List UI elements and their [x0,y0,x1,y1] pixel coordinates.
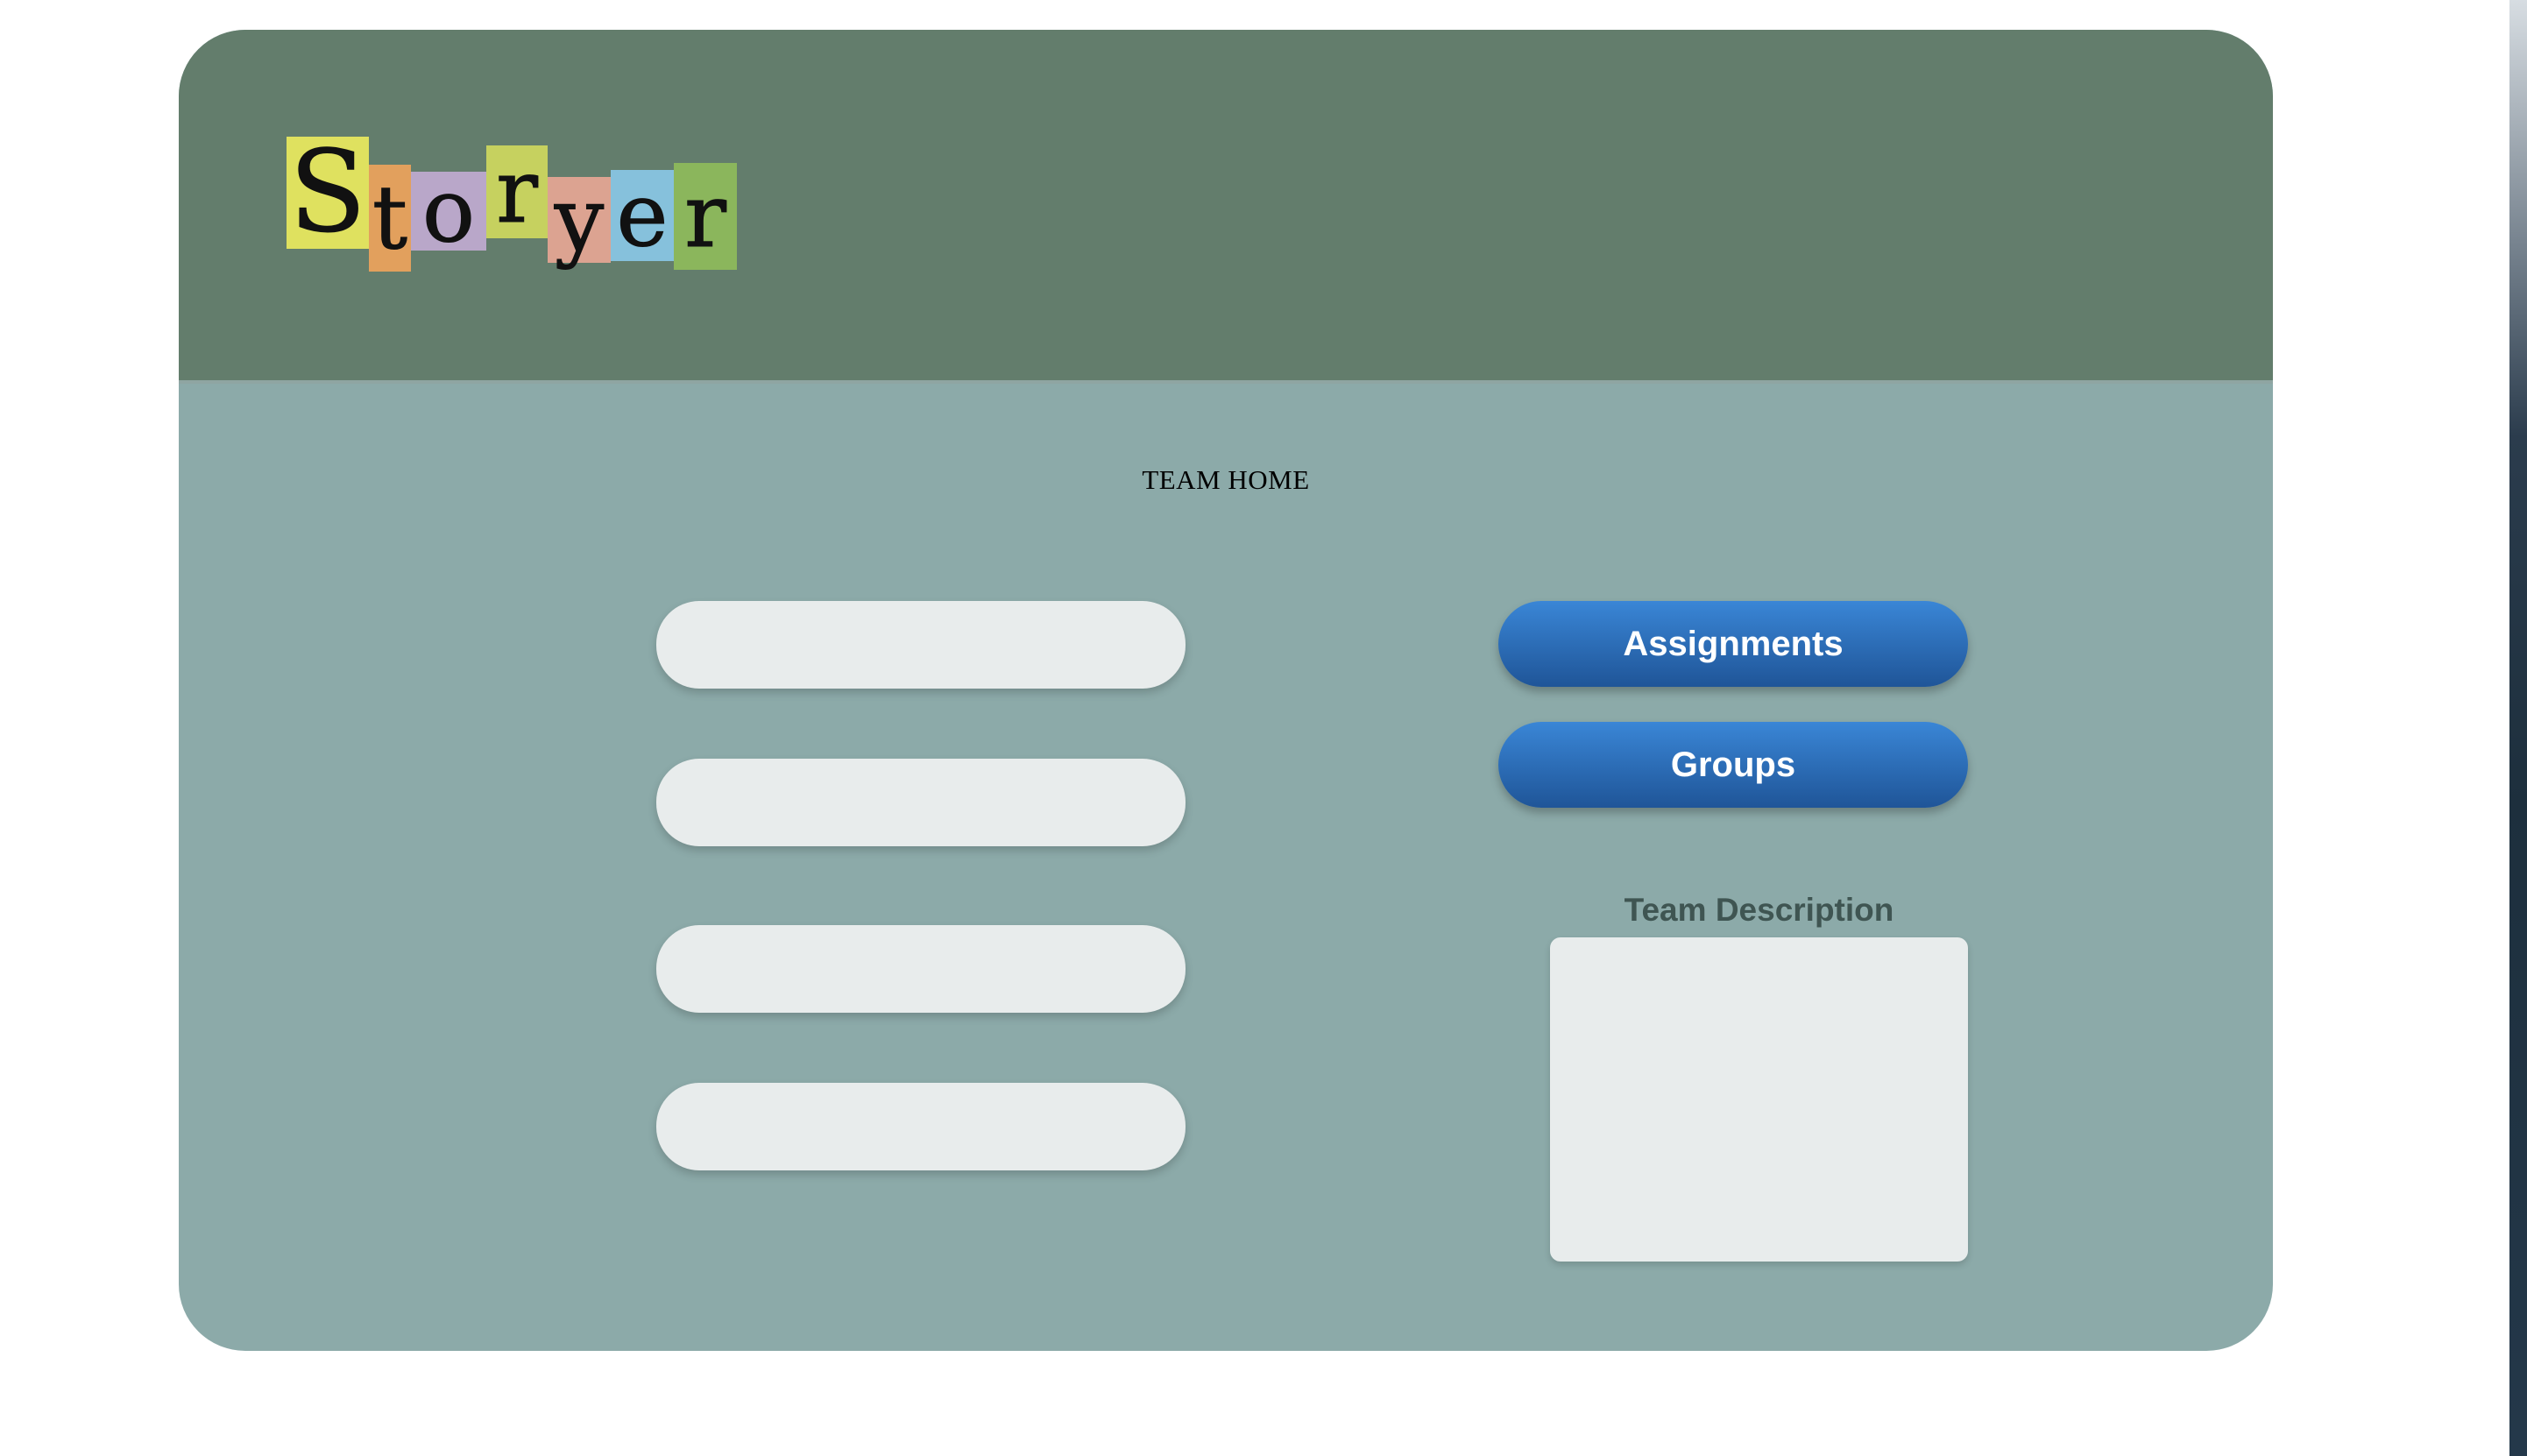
assignments-button[interactable]: Assignments [1498,601,1968,687]
team-field-3[interactable] [656,925,1186,1013]
groups-button[interactable]: Groups [1498,722,1968,808]
logo-letter-r2: r [674,163,737,270]
logo-letter-y: y [548,175,611,264]
team-field-1[interactable] [656,601,1186,689]
background-window-edge [2509,0,2527,1456]
team-field-2[interactable] [656,759,1186,846]
logo-letter-o: o [411,166,486,255]
storyer-logo[interactable]: S t o r y e r [287,136,742,277]
team-field-4[interactable] [656,1083,1186,1170]
logo-letter-e: e [611,170,674,261]
logo-letter-s: S [287,136,369,249]
page-title: TEAM HOME [1142,464,1310,495]
logo-letter-r: r [486,145,548,238]
header: S t o r y e r [179,30,2273,384]
logo-letter-t: t [369,165,411,272]
app-card: S t o r y e r TEAM HOME Assignments Grou… [179,30,2273,1351]
team-description-label: Team Description [1624,892,1894,928]
team-description-box[interactable] [1550,937,1968,1262]
